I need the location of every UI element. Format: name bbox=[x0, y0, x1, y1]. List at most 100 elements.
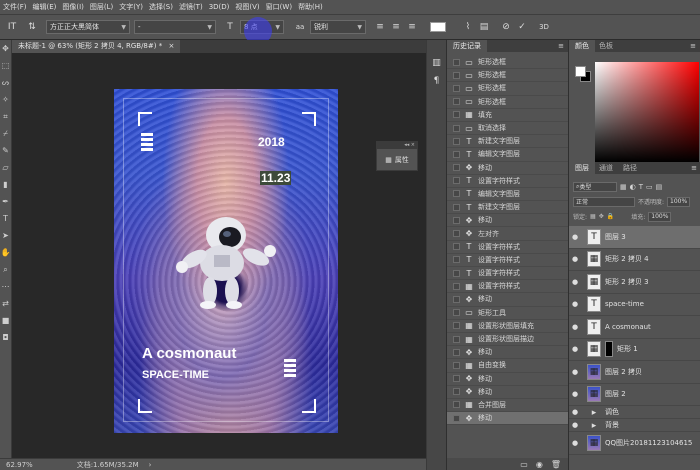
visibility-eye-icon[interactable]: ● bbox=[569, 300, 581, 308]
marquee-tool-icon[interactable]: ⬚ bbox=[0, 57, 11, 74]
history-source-checkbox[interactable] bbox=[453, 335, 460, 343]
lock-all-icon[interactable]: 🔒 bbox=[607, 213, 614, 220]
visibility-eye-icon[interactable]: ● bbox=[569, 345, 581, 353]
font-family-select[interactable]: 方正正大黑简体 ▼ bbox=[46, 20, 130, 34]
canvas-area[interactable]: 2018 11.23 A cosmonaut SPACE-TIME bbox=[12, 53, 426, 458]
move-tool-icon[interactable]: ✥ bbox=[0, 40, 11, 57]
history-source-checkbox[interactable] bbox=[453, 348, 460, 356]
tab-swatches[interactable]: 色板 bbox=[593, 40, 619, 52]
history-item[interactable]: ▦ 设置字符样式 bbox=[447, 280, 569, 294]
history-source-checkbox[interactable] bbox=[453, 84, 460, 92]
history-source-checkbox[interactable] bbox=[453, 203, 460, 211]
visibility-eye-icon[interactable]: ● bbox=[569, 421, 581, 429]
history-item[interactable]: T 新建文字图层 bbox=[447, 135, 569, 149]
more-tools-icon[interactable]: ⋯ bbox=[0, 278, 11, 295]
history-item[interactable]: ▭ 矩形工具 bbox=[447, 307, 569, 320]
history-item[interactable]: ▭ 矩形选框 bbox=[447, 96, 569, 109]
menu-edit[interactable]: 编辑(E) bbox=[30, 2, 60, 12]
history-source-checkbox[interactable] bbox=[453, 164, 460, 172]
history-source-checkbox[interactable] bbox=[453, 269, 460, 277]
visibility-eye-icon[interactable]: ● bbox=[569, 278, 581, 286]
history-item[interactable]: T 设置字符样式 bbox=[447, 241, 569, 254]
align-right-icon[interactable]: ≡ bbox=[404, 22, 420, 32]
layer-row[interactable]: ● ▦ 矩形 1 bbox=[569, 339, 700, 361]
menu-view[interactable]: 视图(V) bbox=[232, 2, 262, 12]
history-source-checkbox[interactable] bbox=[453, 98, 460, 106]
history-item[interactable]: ▦ 自由变换 bbox=[447, 359, 569, 373]
layer-row[interactable]: ● ▦ 矩形 2 拷贝 3 bbox=[569, 271, 700, 294]
history-source-checkbox[interactable] bbox=[453, 190, 460, 198]
history-item[interactable]: ✥ 移动 bbox=[447, 412, 569, 426]
filter-shape-icon[interactable]: ▭ bbox=[646, 183, 653, 191]
blend-mode-select[interactable]: 正常 bbox=[573, 196, 635, 207]
history-source-checkbox[interactable] bbox=[453, 230, 460, 238]
menu-window[interactable]: 窗口(W) bbox=[263, 2, 295, 12]
poster-artboard[interactable]: 2018 11.23 A cosmonaut SPACE-TIME bbox=[114, 89, 338, 433]
history-source-checkbox[interactable] bbox=[453, 282, 460, 290]
history-item[interactable]: ✥ 移动 bbox=[447, 386, 569, 399]
type-tool-preset-icon[interactable]: IT bbox=[4, 22, 20, 32]
visibility-eye-icon[interactable]: ● bbox=[569, 368, 581, 376]
visibility-eye-icon[interactable]: ● bbox=[569, 390, 581, 398]
crop-tool-icon[interactable]: ⌗ bbox=[0, 108, 11, 125]
zoom-tool-icon[interactable]: ⌕ bbox=[0, 261, 11, 278]
history-item[interactable]: ✥ 移动 bbox=[447, 293, 569, 307]
history-item[interactable]: ▭ 矩形选框 bbox=[447, 82, 569, 96]
history-item[interactable]: ✥ 移动 bbox=[447, 373, 569, 386]
opacity-input[interactable]: 100% bbox=[667, 196, 691, 207]
tab-layers[interactable]: 图层 bbox=[569, 162, 595, 174]
history-item[interactable]: ▭ 矩形选框 bbox=[447, 56, 569, 70]
panel-menu-icon[interactable]: ≡ bbox=[691, 164, 697, 172]
tab-channels[interactable]: 通道 bbox=[593, 162, 619, 174]
path-select-icon[interactable]: ➤ bbox=[0, 227, 11, 244]
history-source-checkbox[interactable] bbox=[453, 58, 460, 66]
history-source-checkbox[interactable] bbox=[453, 124, 460, 132]
snapshot-icon[interactable]: ◉ bbox=[536, 460, 543, 469]
panel-menu-icon[interactable]: ≡ bbox=[558, 42, 564, 50]
history-item[interactable]: ▦ 设置形状图层描边 bbox=[447, 333, 569, 347]
properties-mini-panel[interactable]: ◂◂ × ▦ 属性 bbox=[376, 141, 418, 171]
history-source-checkbox[interactable] bbox=[453, 401, 460, 409]
gradient-tool-icon[interactable]: ▮ bbox=[0, 176, 11, 193]
visibility-eye-icon[interactable]: ● bbox=[569, 233, 581, 241]
layer-row[interactable]: ● T A cosmonaut bbox=[569, 316, 700, 339]
layer-row[interactable]: ● Tspace-time bbox=[569, 294, 700, 316]
history-item[interactable]: ▦ 设置形状图层填充 bbox=[447, 320, 569, 333]
layer-row[interactable]: ● ▦ 图层 2 拷贝 bbox=[569, 361, 700, 384]
close-icon[interactable]: × bbox=[168, 42, 174, 50]
pen-tool-icon[interactable]: ✒ bbox=[0, 193, 11, 210]
new-document-icon[interactable]: ▭ bbox=[520, 460, 528, 469]
document-tab[interactable]: 未标题-1 @ 63% (矩形 2 拷贝 4, RGB/8#) * × bbox=[12, 40, 181, 53]
history-item[interactable]: T 新建文字图层 bbox=[447, 201, 569, 215]
layer-row[interactable]: ● ▦ QQ图片20181123104615 bbox=[569, 432, 700, 455]
panel-menu-icon[interactable]: ≡ bbox=[690, 42, 696, 50]
3d-icon[interactable]: 3D bbox=[536, 23, 552, 31]
history-item[interactable]: ▦ 合并图层 bbox=[447, 399, 569, 413]
magic-wand-icon[interactable]: ✧ bbox=[0, 91, 11, 108]
layer-group-row[interactable]: ● ▸ 调色 bbox=[569, 406, 700, 419]
eraser-tool-icon[interactable]: ▱ bbox=[0, 159, 11, 176]
history-item[interactable]: T 设置字符样式 bbox=[447, 254, 569, 267]
filter-type-icon[interactable]: T bbox=[639, 183, 643, 191]
history-source-checkbox[interactable] bbox=[453, 216, 460, 224]
commit-check-icon[interactable]: ✓ bbox=[514, 22, 530, 32]
history-item[interactable]: ✥ 移动 bbox=[447, 214, 569, 228]
history-item[interactable]: ▭ 取消选择 bbox=[447, 122, 569, 136]
font-style-select[interactable]: - ▼ bbox=[134, 20, 216, 34]
layer-mask-thumbnail[interactable] bbox=[605, 341, 613, 358]
menu-type[interactable]: 文字(Y) bbox=[116, 2, 146, 12]
history-source-checkbox[interactable] bbox=[453, 414, 460, 422]
visibility-eye-icon[interactable]: ● bbox=[569, 323, 581, 331]
fill-input[interactable]: 100% bbox=[648, 211, 672, 222]
layer-row[interactable]: ● ▦ 矩形 2 拷贝 4 bbox=[569, 249, 700, 271]
history-source-checkbox[interactable] bbox=[453, 322, 460, 330]
brush-tool-icon[interactable]: ✎ bbox=[0, 142, 11, 159]
lock-position-icon[interactable]: ✥ bbox=[599, 213, 604, 220]
filter-smart-icon[interactable]: ▤ bbox=[656, 183, 663, 191]
history-item[interactable]: ✥ 移动 bbox=[447, 346, 569, 360]
zoom-level[interactable]: 62.97% bbox=[6, 461, 33, 469]
history-item[interactable]: ✥ 左对齐 bbox=[447, 227, 569, 241]
align-left-icon[interactable]: ≡ bbox=[372, 22, 388, 32]
history-source-checkbox[interactable] bbox=[453, 150, 460, 158]
history-source-checkbox[interactable] bbox=[453, 243, 460, 251]
